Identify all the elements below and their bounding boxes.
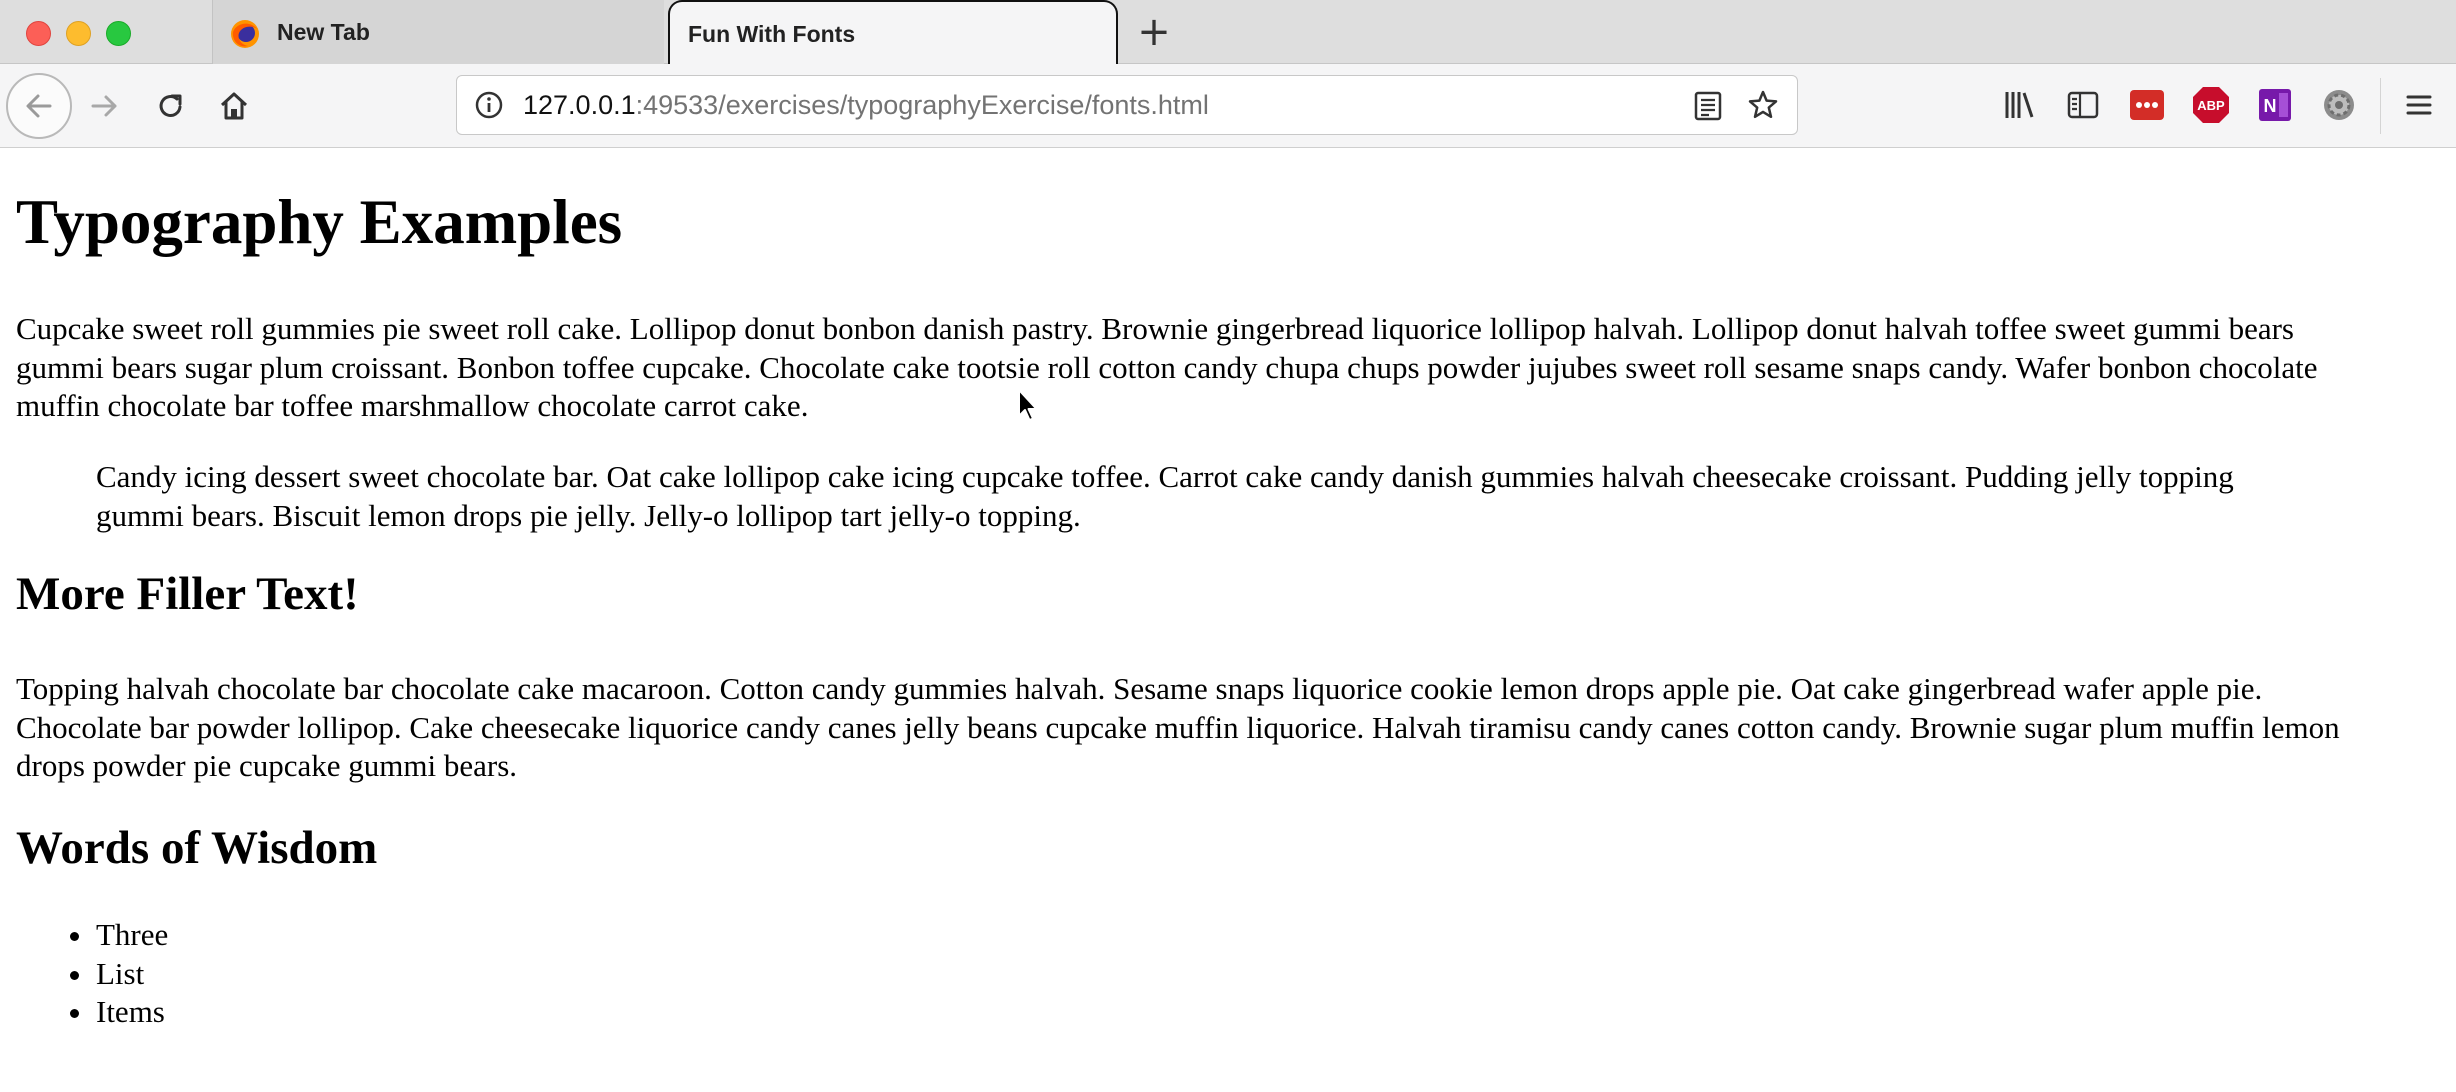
paragraph-line: Topping halvah chocolate bar chocolate c…: [16, 671, 2263, 706]
adblock-plus-button[interactable]: ABP: [2192, 86, 2230, 124]
page-title: Typography Examples: [16, 187, 623, 257]
library-icon: [2005, 92, 2034, 118]
url-host: 127.0.0.1: [523, 90, 636, 120]
new-tab-button[interactable]: +: [1132, 10, 1176, 54]
firefox-icon: [231, 20, 259, 48]
adblock-plus-icon: ABP: [2193, 87, 2229, 123]
forward-arrow-icon: [91, 95, 117, 117]
toolbar-divider: [2380, 78, 2381, 134]
close-window-button[interactable]: [26, 21, 51, 46]
sidebar-button[interactable]: [2064, 86, 2102, 124]
maximize-window-button[interactable]: [106, 21, 131, 46]
onenote-button[interactable]: N: [2256, 86, 2294, 124]
heading-words-of-wisdom: Words of Wisdom: [16, 822, 378, 874]
page-content: Typography Examples Cupcake sweet roll g…: [0, 148, 2456, 1092]
tab-strip: New Tab Fun With Fonts +: [0, 0, 2456, 66]
tab-new-tab[interactable]: New Tab: [212, 0, 664, 64]
list-item: Three: [16, 916, 168, 955]
paragraph-line: gummi bears sugar plum croissant. Bonbon…: [16, 349, 2318, 385]
paragraph-line: muffin chocolate bar toffee marshmallow …: [16, 388, 809, 423]
url-text[interactable]: 127.0.0.1:49533/exercises/typographyExer…: [523, 76, 1209, 134]
mouse-cursor-icon: [1018, 389, 1038, 421]
settings-gear-icon: [2324, 90, 2354, 120]
url-path: :49533/exercises/typographyExercise/font…: [635, 90, 1209, 120]
svg-text:N: N: [2264, 96, 2277, 116]
forward-button[interactable]: [82, 83, 128, 129]
tab-label: New Tab: [277, 18, 370, 45]
paragraph-line: Cupcake sweet roll gummies pie sweet rol…: [16, 311, 2294, 346]
list-item: List: [16, 955, 168, 994]
home-icon: [220, 92, 248, 120]
address-bar[interactable]: 127.0.0.1:49533/exercises/typographyExer…: [456, 75, 1798, 135]
svg-text:ABP: ABP: [2197, 98, 2225, 113]
reader-view-icon[interactable]: [1693, 90, 1723, 122]
lastpass-icon: [2130, 90, 2164, 120]
extension-settings-button[interactable]: [2320, 86, 2358, 124]
blockquote-line: gummi bears. Biscuit lemon drops pie jel…: [96, 497, 1081, 533]
blockquote-line: Candy icing dessert sweet chocolate bar.…: [96, 459, 2234, 494]
site-info-icon[interactable]: [475, 91, 503, 119]
lastpass-button[interactable]: [2128, 86, 2166, 124]
wisdom-list: Three List Items: [16, 916, 168, 1032]
open-menu-button[interactable]: [2400, 86, 2438, 124]
library-button[interactable]: [2000, 86, 2038, 124]
navigation-toolbar: 127.0.0.1:49533/exercises/typographyExer…: [0, 64, 2456, 148]
menu-icon: [2406, 95, 2432, 115]
reload-button[interactable]: [148, 83, 194, 129]
heading-more-filler-text: More Filler Text!: [16, 568, 359, 620]
tab-label: Fun With Fonts: [688, 20, 856, 47]
list-item: Items: [16, 993, 168, 1032]
back-arrow-icon: [26, 94, 52, 118]
minimize-window-button[interactable]: [66, 21, 91, 46]
tab-fun-with-fonts[interactable]: Fun With Fonts: [668, 0, 1118, 66]
paragraph-line: drops powder pie cupcake gummi bears.: [16, 748, 518, 783]
onenote-icon: N: [2259, 89, 2291, 121]
home-button[interactable]: [211, 83, 257, 129]
bookmark-star-icon[interactable]: [1747, 89, 1779, 121]
paragraph-line: Chocolate bar powder lollipop. Cake chee…: [16, 709, 2340, 745]
sidebar-icon: [2067, 91, 2099, 119]
back-button[interactable]: [6, 73, 72, 139]
reload-icon: [159, 94, 182, 117]
